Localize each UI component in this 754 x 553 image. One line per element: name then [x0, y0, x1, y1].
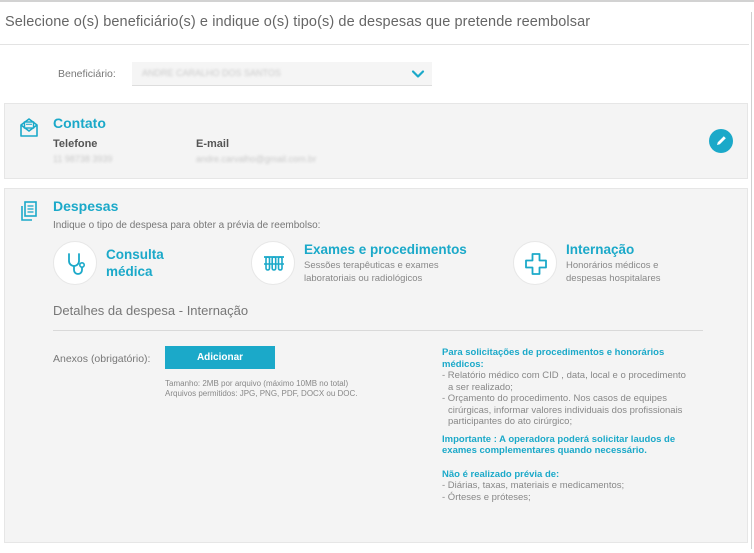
no-preview-item-1: - Diárias, taxas, materiais e medicament… — [442, 480, 625, 491]
phone-value: 11 98738 3939 — [53, 154, 113, 164]
contact-card: Contato Telefone 11 98738 3939 E-mail an… — [4, 103, 748, 179]
expenses-subtitle: Indique o tipo de despesa para obter a p… — [53, 220, 321, 231]
page-title: Selecione o(s) beneficiário(s) e indique… — [5, 14, 591, 30]
option-internacao-icon-circle — [513, 241, 557, 285]
option-consulta-icon-circle — [53, 241, 97, 285]
expenses-card: Despesas Indique o tipo de despesa para … — [4, 188, 748, 543]
procedures-heading-1: Para solicitações de procedimentos e hon… — [442, 347, 665, 358]
stethoscope-icon — [68, 253, 85, 275]
file-size-text: Tamanho: 2MB por arquivo (máximo 10MB no… — [165, 379, 349, 388]
edit-contact-button[interactable] — [709, 129, 733, 153]
phone-label: Telefone — [53, 138, 98, 150]
important-note-1: Importante : A operadora poderá solicita… — [442, 433, 676, 445]
option-internacao-desc-2: despesas hospitalares — [566, 273, 661, 284]
attachments-label: Anexos (obrigatório): — [53, 353, 151, 365]
file-types-text: Arquivos permitidos: JPG, PNG, PDF, DOCX… — [165, 389, 358, 398]
option-exames-icon-circle — [251, 241, 295, 285]
title-divider — [0, 44, 749, 45]
test-tubes-icon — [264, 256, 284, 271]
documents-icon — [21, 201, 37, 221]
no-preview-heading: Não é realizado prévia de: — [442, 468, 560, 480]
option-internacao-desc-1: Honorários médicos e — [566, 260, 659, 271]
requirement-item-2b: cirúrgicas, informar valores individuais… — [448, 404, 683, 416]
add-attachment-button[interactable]: Adicionar — [165, 346, 275, 369]
option-internacao-title: Internação — [566, 242, 635, 257]
beneficiary-label: Beneficiário: — [58, 68, 116, 80]
beneficiary-select[interactable]: ANDRE CARALHO DOS SANTOS — [132, 62, 432, 86]
option-consulta-title-2: médica — [106, 264, 153, 279]
requirement-item-1a: - Relatório médico com CID , data, local… — [442, 370, 686, 381]
chevron-down-icon — [411, 70, 425, 78]
medical-cross-icon — [525, 253, 547, 275]
requirements-info: Para solicitações de procedimentos e hon… — [442, 347, 707, 503]
requirement-item-2a: - Orçamento do procedimento. Nos casos d… — [442, 393, 667, 404]
procedures-heading-2: médicos: — [442, 358, 484, 370]
option-consulta-title-1: Consulta — [106, 247, 164, 262]
requirement-item-2c: participantes do ato cirúrgico; — [448, 416, 573, 427]
pencil-icon — [717, 136, 726, 145]
no-preview-item-2: - Órteses e próteses; — [442, 491, 531, 503]
requirement-item-1b: a ser realizado; — [448, 381, 513, 393]
page-right-border — [751, 12, 752, 549]
detail-divider — [53, 330, 703, 331]
file-info: Tamanho: 2MB por arquivo (máximo 10MB no… — [165, 379, 395, 399]
contact-title: Contato — [53, 115, 106, 131]
detail-title: Detalhes da despesa - Internação — [53, 303, 249, 318]
option-exames-title: Exames e procedimentos — [304, 242, 467, 257]
email-label: E-mail — [196, 138, 230, 150]
option-exames-desc-1: Sessões terapêuticas e exames — [304, 260, 439, 271]
email-value: andre.carvalho@gmail.com.br — [196, 154, 317, 164]
beneficiary-value: ANDRE CARALHO DOS SANTOS — [142, 68, 281, 78]
option-exames-desc-2: laboratoriais ou radiológicos — [304, 273, 423, 284]
expenses-title: Despesas — [53, 198, 119, 214]
important-note-2: exames complementares quando necessário. — [442, 445, 647, 456]
contact-card-icon — [20, 118, 38, 137]
